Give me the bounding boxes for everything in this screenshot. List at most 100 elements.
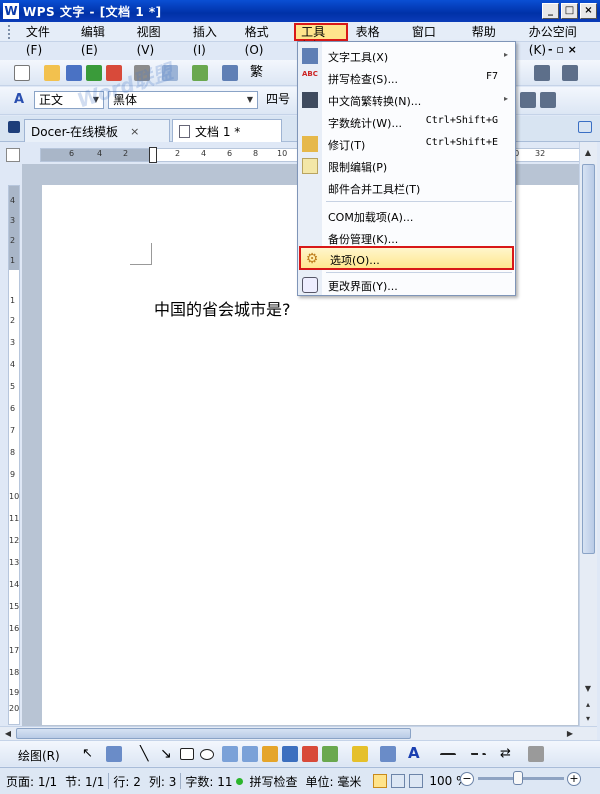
fill-color-icon[interactable] (352, 746, 368, 762)
dash-style-icon[interactable] (470, 753, 486, 761)
shadow-icon[interactable] (528, 746, 544, 762)
columns-icon[interactable] (562, 65, 578, 81)
scroll-thumb[interactable] (16, 728, 411, 739)
arrow-icon[interactable]: ↘ (160, 746, 176, 762)
minimize-button[interactable]: _ (542, 3, 559, 19)
spellcheck-icon: ABC (302, 70, 318, 78)
ruler-number: 15 (9, 602, 20, 611)
picture-icon[interactable] (322, 746, 338, 762)
save-icon[interactable] (66, 65, 82, 81)
diagram-icon[interactable] (302, 746, 318, 762)
ruler-number: 4 (10, 360, 16, 369)
menu-item-chinese-convert[interactable]: 中文简繁转换(N)... ▸ (299, 89, 514, 111)
paragraph-icon[interactable] (540, 92, 556, 108)
tab-stop-selector[interactable] (6, 148, 20, 162)
menu-table[interactable]: 表格(A) (348, 23, 404, 57)
close-button[interactable]: × (580, 3, 597, 19)
font-color-icon[interactable]: A (408, 746, 424, 762)
menu-item-word-count[interactable]: 字数统计(W)... Ctrl+Shift+G (299, 111, 514, 133)
pointer-icon[interactable]: ↖ (82, 746, 98, 762)
docer-icon (8, 121, 20, 133)
align-icon[interactable] (534, 65, 550, 81)
change-ui-icon (302, 277, 318, 293)
clipart-icon[interactable] (262, 746, 278, 762)
scroll-down-icon[interactable]: ▼ (580, 682, 596, 696)
open-folder-icon[interactable] (44, 65, 60, 81)
scroll-thumb[interactable] (582, 164, 595, 554)
menu-insert[interactable]: 插入(I) (185, 23, 237, 57)
line-spacing-icon[interactable] (520, 92, 536, 108)
status-unit[interactable]: 单位: 毫米 (302, 773, 366, 790)
vertical-ruler[interactable]: 4 3 2 1 1 2 3 4 5 6 7 8 9 10 11 12 13 14… (8, 185, 20, 725)
menu-edit[interactable]: 编辑(E) (73, 23, 129, 57)
ellipse-icon[interactable] (200, 749, 214, 760)
maximize-button[interactable]: □ (561, 3, 578, 19)
horizontal-scrollbar[interactable]: ◀ ▶ (0, 726, 597, 741)
menu-format[interactable]: 格式(O) (237, 23, 294, 57)
menu-bar: 文件(F) 编辑(E) 视图(V) 插入(I) 格式(O) 工具(T) 表格(A… (0, 22, 600, 57)
size-select[interactable]: 四号 (262, 91, 296, 109)
textbox-icon[interactable] (222, 746, 238, 762)
view-mode-page-icon[interactable] (373, 774, 388, 788)
autoshape-icon[interactable] (106, 746, 122, 762)
tab-docer[interactable]: Docer-在线模板 × (24, 119, 170, 142)
zoom-in-button[interactable]: + (567, 772, 581, 786)
menu-item-restrict-edit[interactable]: 限制编辑(P) (299, 155, 514, 177)
vertical-textbox-icon[interactable] (242, 746, 258, 762)
close-icon[interactable]: × (130, 125, 139, 138)
insert-icon[interactable] (192, 65, 208, 81)
format-painter-icon[interactable] (222, 65, 238, 81)
menu-window[interactable]: 窗口(W) (404, 23, 464, 57)
status-word-count[interactable]: 字数: 11 (181, 773, 236, 790)
scroll-up-icon[interactable]: ▲ (580, 146, 596, 160)
prev-page-icon[interactable]: ▴ (580, 698, 596, 712)
ruler-number: 1 (10, 296, 16, 305)
ruler-number: 9 (10, 470, 16, 479)
menu-item-mail-merge-toolbar[interactable]: 邮件合并工具栏(T) (299, 177, 514, 199)
menu-tools[interactable]: 工具(T) (294, 22, 348, 53)
menu-item-revise[interactable]: 修订(T) Ctrl+Shift+E (299, 133, 514, 155)
menu-item-options[interactable]: ⚙ 选项(O)... (299, 246, 514, 270)
doc-window-controls[interactable]: - ▫ × (548, 43, 577, 56)
new-doc-icon[interactable] (14, 65, 30, 81)
view-mode-web-icon[interactable] (409, 774, 424, 788)
scroll-right-icon[interactable]: ▶ (562, 727, 578, 741)
indent-marker[interactable] (149, 147, 157, 163)
document-text[interactable]: 中国的省会城市是? (154, 296, 291, 320)
rectangle-icon[interactable] (180, 748, 194, 760)
status-spellcheck[interactable]: 拼写检查 (245, 773, 301, 790)
arrow-style-icon[interactable]: ⇄ (500, 746, 516, 762)
menu-office-space[interactable]: 办公空间(K) (521, 23, 600, 57)
menu-item-label: 备份管理(K)... (328, 233, 399, 246)
drawing-toolbar: 绘图(R) ↖ ╲ ↘ A ⇄ (0, 740, 600, 766)
zoom-out-button[interactable]: − (460, 772, 474, 786)
convert-icon (302, 92, 318, 108)
next-page-icon[interactable]: ▾ (580, 712, 596, 726)
menu-item-shortcut: Ctrl+Shift+E (425, 137, 498, 148)
toolbar-grip[interactable] (8, 24, 14, 39)
menu-item-text-tools[interactable]: 文字工具(X) ▸ (299, 45, 514, 67)
menu-item-change-ui[interactable]: 更改界面(Y)... (299, 274, 514, 296)
view-mode-outline-icon[interactable] (391, 774, 406, 788)
menu-view[interactable]: 视图(V) (129, 23, 185, 57)
menu-item-spellcheck[interactable]: ABC 拼写检查(S)... F7 (299, 67, 514, 89)
zoom-slider-knob[interactable] (513, 771, 523, 785)
menu-file[interactable]: 文件(F) (18, 23, 73, 57)
traditional-convert-icon[interactable]: 繁 (250, 65, 266, 81)
vertical-scrollbar[interactable]: ▲ ▼ ▴ ▾ (579, 142, 597, 726)
line-style-icon[interactable] (440, 753, 456, 761)
ruler-number: 8 (253, 149, 259, 158)
tab-layout-icon[interactable] (578, 121, 592, 133)
scroll-left-icon[interactable]: ◀ (0, 727, 16, 741)
ruler-number: 3 (10, 338, 16, 347)
draw-menu-button[interactable]: 绘图(R) (18, 747, 60, 764)
ruler-number: 32 (535, 149, 546, 158)
tab-document[interactable]: 文档 1 * (172, 119, 282, 142)
ruler-number: 16 (9, 624, 20, 633)
line-color-icon[interactable] (380, 746, 396, 762)
menu-help[interactable]: 帮助(H) (464, 23, 521, 57)
styles-icon[interactable]: A (14, 92, 30, 108)
wordart-icon[interactable] (282, 746, 298, 762)
menu-item-com-addins[interactable]: COM加载项(A)... (299, 205, 514, 227)
line-icon[interactable]: ╲ (140, 746, 156, 762)
